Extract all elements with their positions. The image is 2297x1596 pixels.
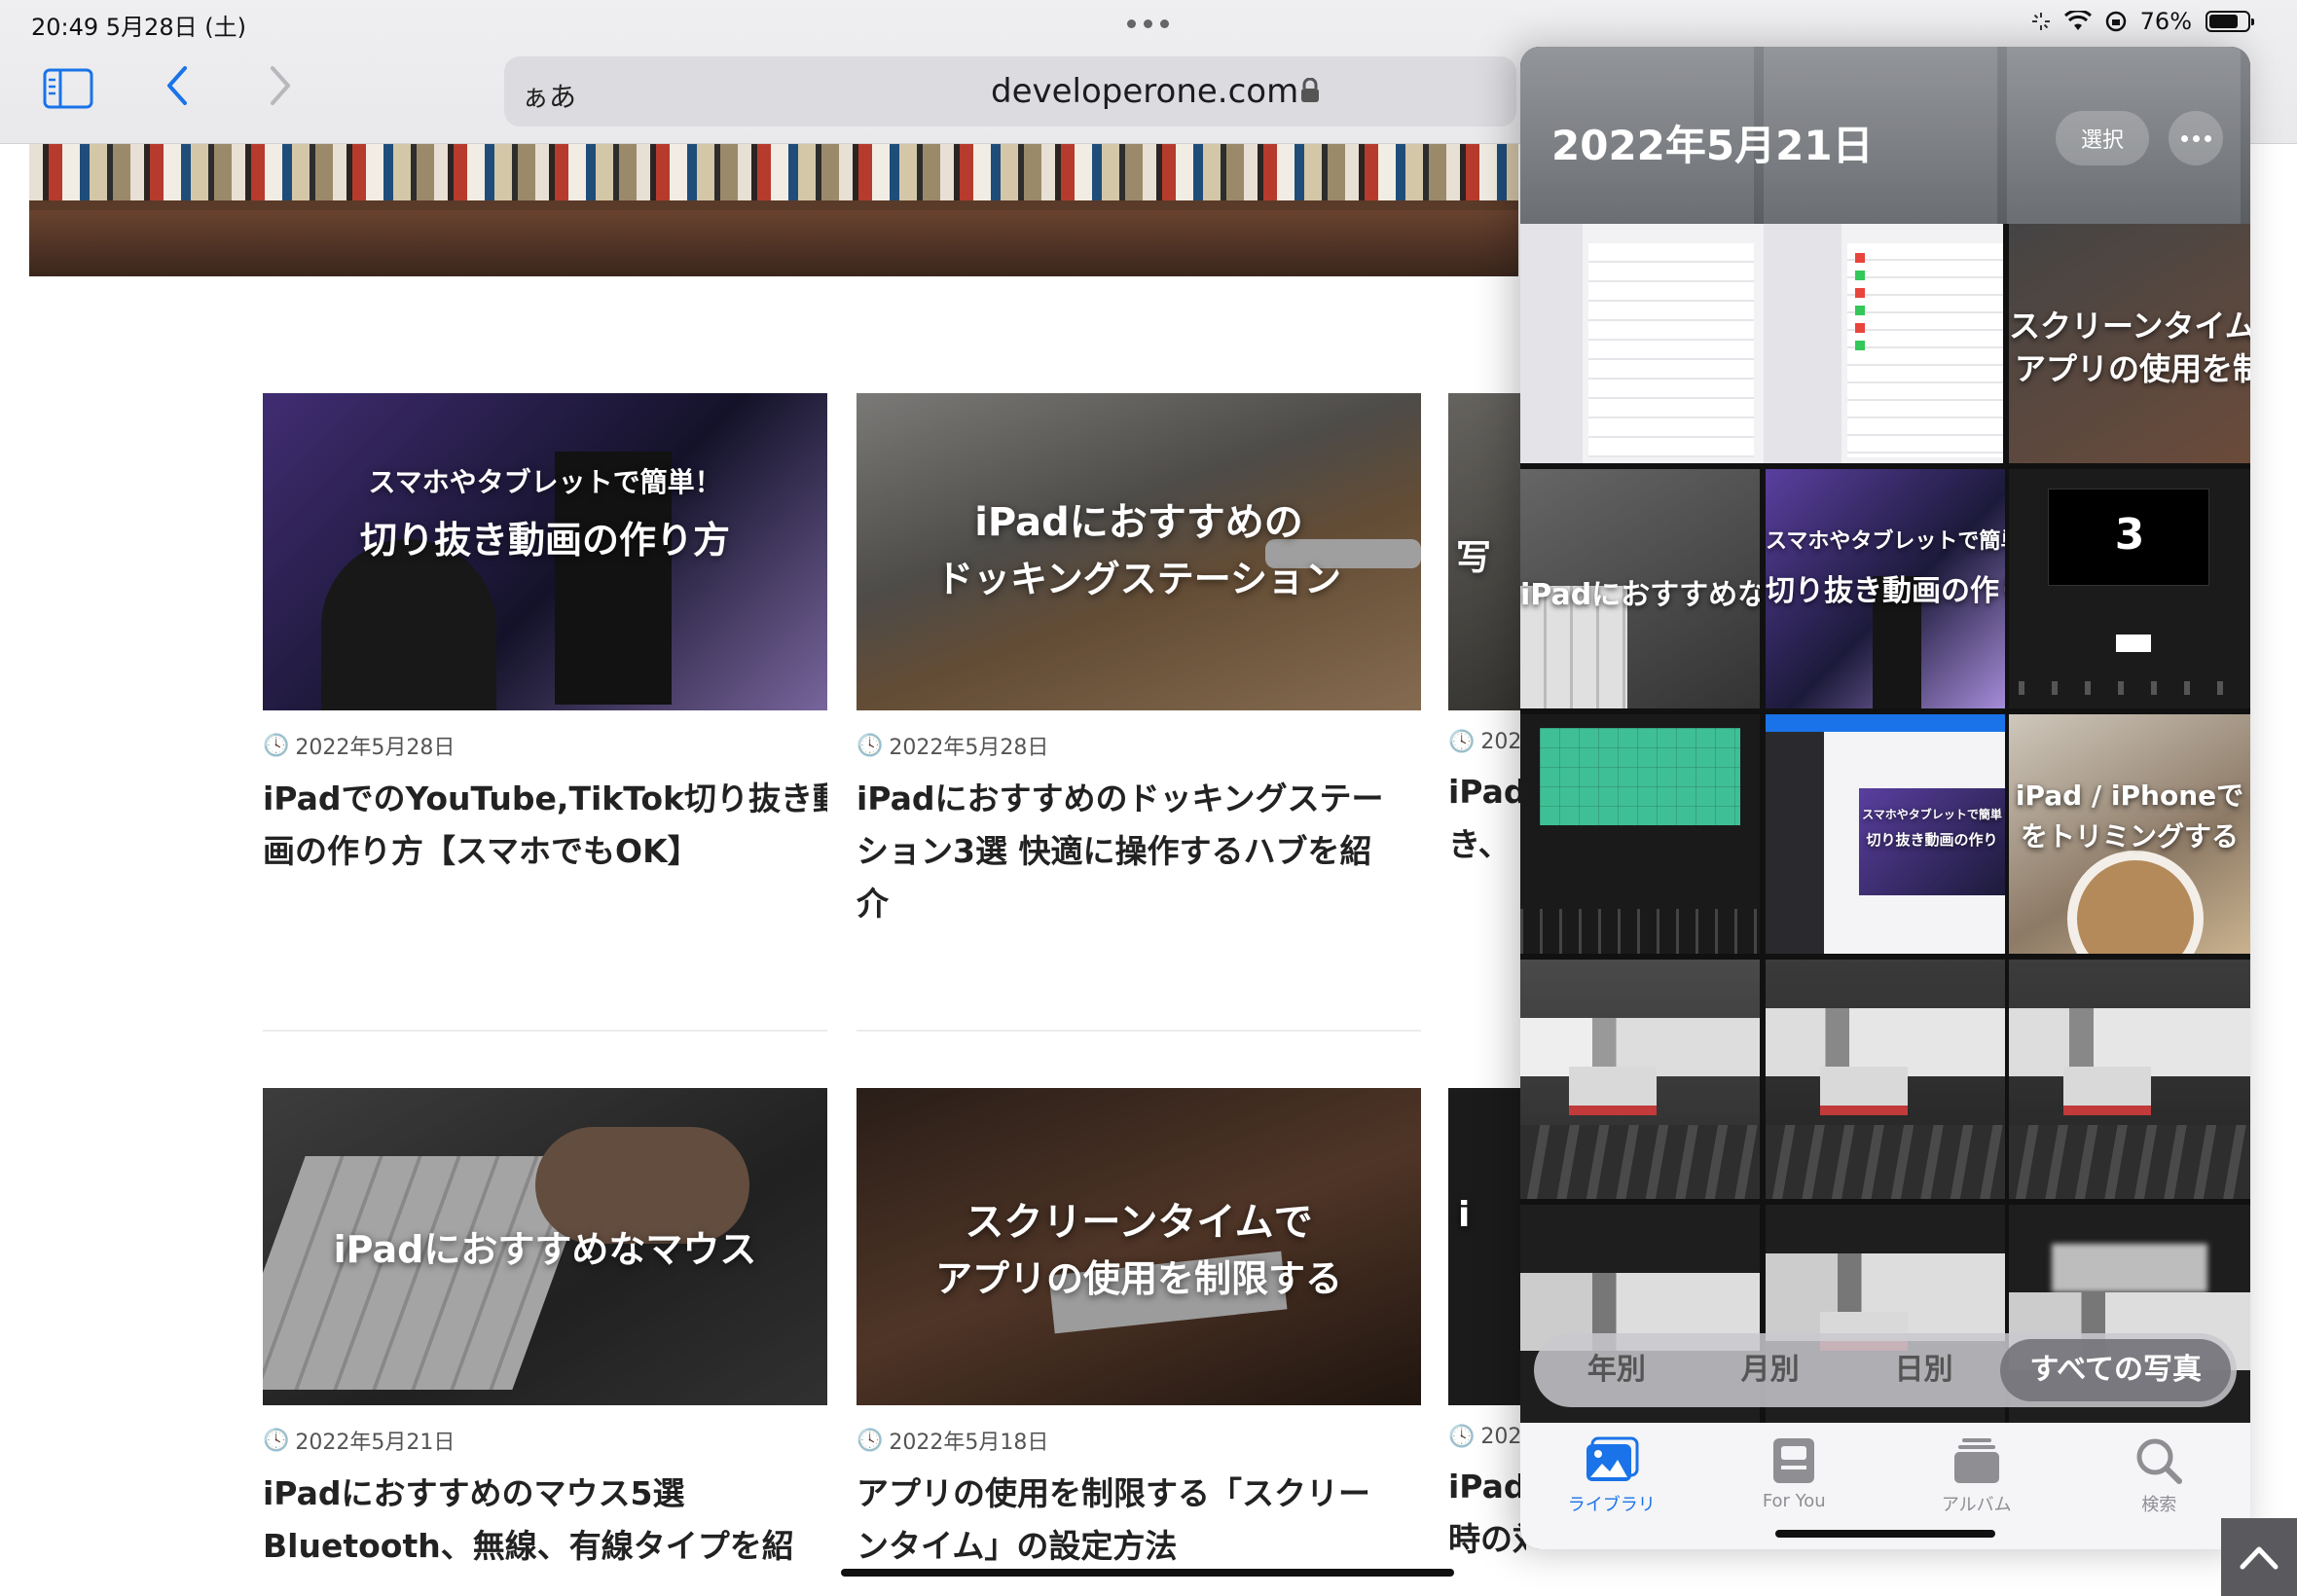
article-date: 🕓 2022年5月28日 (263, 733, 456, 761)
segment-all-photos[interactable]: すべての写真 (2000, 1339, 2232, 1401)
divider (263, 1030, 827, 1032)
article-card[interactable]: スクリーンタイムで アプリの使用を制限する 🕓 2022年5月18日 アプリの使用… (857, 1088, 1421, 1573)
article-date: 🕓 2022年5月18日 (857, 1428, 1049, 1456)
photo-thumbnail[interactable]: iPadにおすすめなマ (1520, 469, 1760, 708)
status-time: 20:49 5月28日 (土) (31, 14, 246, 41)
article-date: 🕓 2022年5月28日 (857, 733, 1049, 761)
segment-days[interactable]: 日別 (1847, 1339, 2001, 1401)
reader-options-button[interactable]: ぁあ (522, 76, 576, 115)
sidebar-icon[interactable] (43, 68, 93, 109)
wifi-icon (2063, 11, 2092, 30)
clock-icon: 🕓 (1448, 1425, 1476, 1449)
photo-thumbnail[interactable] (2009, 960, 2250, 1199)
multitasking-dots-icon[interactable] (1127, 19, 1169, 28)
more-options-icon[interactable] (2169, 111, 2223, 165)
battery-level-fill (2209, 15, 2238, 28)
for-you-icon (1773, 1438, 1815, 1483)
article-date: 🕓 2022年5月21日 (263, 1428, 456, 1456)
photos-slideover: 2022年5月21日 選択 スクリーンタイムで アプリの使用を制限す iPadに… (1520, 47, 2250, 1549)
hero-image (29, 144, 1518, 276)
segment-months[interactable]: 月別 (1694, 1339, 1847, 1401)
article-title[interactable]: iPadにおすすめのマウス5選 Bluetooth、無線、有線タイプを紹 (263, 1468, 827, 1573)
orientation-lock-icon (2105, 11, 2126, 32)
photo-thumbnail[interactable] (1520, 224, 2003, 463)
clock-icon: 🕓 (263, 733, 290, 758)
search-icon (2136, 1438, 2183, 1484)
article-card[interactable]: i 🕓202 iPad時の対処法 暗い空間でも快適に使 (1448, 1088, 1526, 1566)
lock-icon (1301, 78, 1319, 102)
photo-thumbnail[interactable]: スマホやタブレットで簡単 切り抜き動画の作り (1766, 714, 2005, 954)
view-segmented-control: 年別 月別 日別 すべての写真 (1534, 1333, 2237, 1407)
chevron-up-icon (2240, 1546, 2279, 1570)
photo-thumbnail[interactable] (1766, 960, 2005, 1199)
address-bar[interactable]: ぁあ developerone.com (504, 56, 1516, 127)
article-title[interactable]: iPadにおすすめのドッキングステー ション3選 快適に操作するハブを紹介 (857, 773, 1421, 930)
forward-chevron-icon[interactable] (267, 64, 294, 107)
clock-icon: 🕓 (857, 733, 884, 758)
article-date: 🕓 202 (1448, 1425, 1522, 1449)
slideover-home-indicator[interactable] (1775, 1530, 1995, 1538)
photo-thumbnail[interactable]: スマホやタブレットで簡単 切り抜き動画の作り (1766, 469, 2005, 708)
article-thumbnail[interactable]: 写 (1448, 393, 1526, 710)
battery-icon (2206, 11, 2254, 32)
activity-icon (2031, 13, 2050, 30)
photo-thumbnail[interactable] (1520, 960, 1760, 1199)
select-button[interactable]: 選択 (2056, 111, 2149, 165)
photo-thumbnail[interactable]: iPad / iPhoneで をトリミングする (2009, 714, 2250, 954)
article-title[interactable]: iPadでのYouTube,TikTok切り抜き動 画の作り方【スマホでもOK】 (263, 773, 827, 878)
article-title[interactable]: iPad時の対処法 暗い空間でも快適に使 (1448, 1461, 1526, 1566)
battery-percentage: 76% (2139, 8, 2192, 35)
scroll-to-top-button[interactable] (2221, 1518, 2297, 1596)
article-thumbnail[interactable]: iPadにおすすめなマウス (263, 1088, 827, 1405)
article-title[interactable]: アプリの使用を制限する「スクリー ンタイム」の設定方法 (857, 1468, 1421, 1573)
clock-icon: 🕓 (857, 1428, 884, 1453)
photo-thumbnail[interactable]: スクリーンタイムで アプリの使用を制限す (2009, 224, 2250, 463)
photo-library-icon (1586, 1436, 1639, 1481)
article-thumbnail[interactable]: スクリーンタイムで アプリの使用を制限する (857, 1088, 1421, 1405)
clock-icon: 🕓 (263, 1428, 290, 1453)
status-indicators: 76% (2031, 8, 2254, 35)
photo-thumbnail[interactable]: 3 (2009, 469, 2250, 708)
article-thumbnail[interactable]: スマホやタブレットで簡単！ 切り抜き動画の作り方 (263, 393, 827, 710)
photos-header: 2022年5月21日 選択 (1520, 47, 2250, 224)
article-card[interactable]: 写 🕓 202 iPad き、 (1448, 393, 1526, 871)
address-domain: developerone.com (991, 72, 1299, 111)
segment-years[interactable]: 年別 (1540, 1339, 1694, 1401)
article-card[interactable]: iPadにおすすめの ドッキングステーション 🕓 2022年5月28日 iPadに… (857, 393, 1421, 930)
albums-icon (1953, 1438, 1999, 1483)
article-card[interactable]: iPadにおすすめなマウス 🕓 2022年5月21日 iPadにおすすめのマウス5… (263, 1088, 827, 1573)
tab-library[interactable]: ライブラリ (1520, 1423, 1703, 1549)
article-thumbnail[interactable]: iPadにおすすめの ドッキングステーション (857, 393, 1421, 710)
article-title[interactable]: iPad き、 (1448, 766, 1526, 871)
page-home-indicator (841, 1569, 1454, 1577)
divider (857, 1030, 1421, 1032)
clock-icon: 🕓 (1448, 730, 1476, 754)
article-thumbnail[interactable]: i (1448, 1088, 1526, 1405)
article-date: 🕓 202 (1448, 730, 1522, 754)
photo-thumbnail[interactable] (1520, 714, 1760, 954)
back-chevron-icon[interactable] (164, 64, 191, 107)
article-card[interactable]: スマホやタブレットで簡単！ 切り抜き動画の作り方 🕓 2022年5月28日 iPa… (263, 393, 827, 878)
photos-date-title: 2022年5月21日 (1551, 122, 1874, 169)
status-bar: 20:49 5月28日 (土) 76% (0, 0, 2297, 47)
